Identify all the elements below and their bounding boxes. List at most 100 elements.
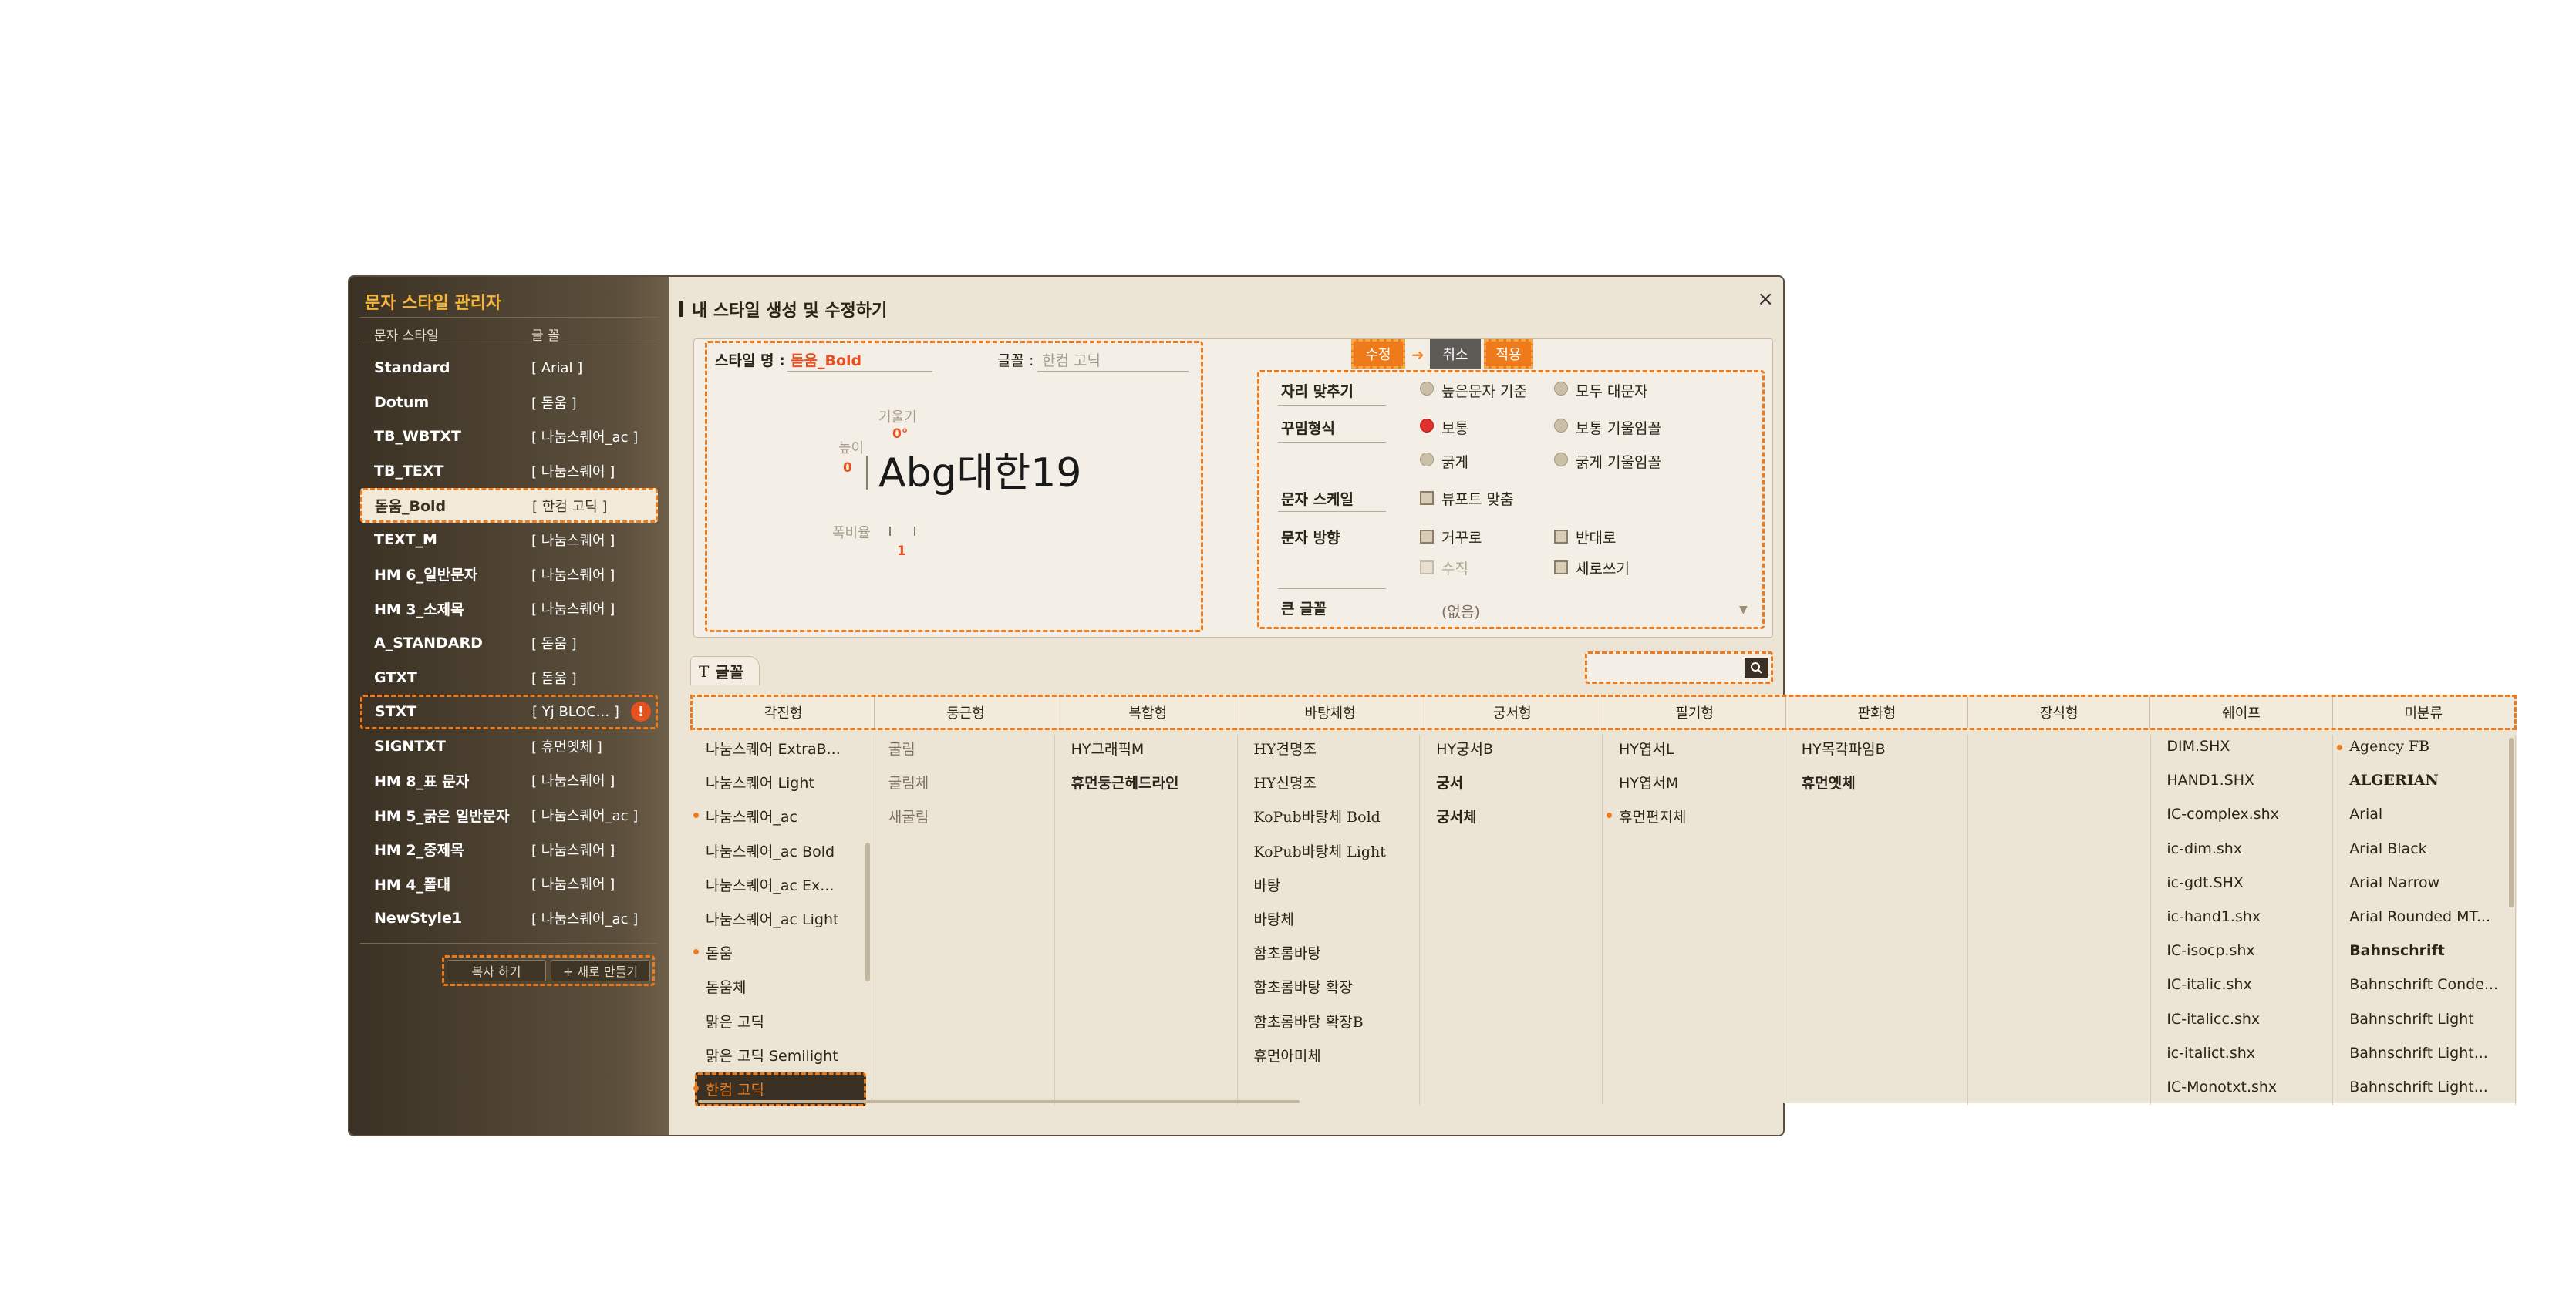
font-category-tab[interactable]: 각진형 <box>693 697 875 728</box>
edit-button[interactable]: 수정 <box>1351 339 1405 369</box>
style-list-item[interactable]: 돋움_Bold [ 한컴 고딕 ] <box>360 488 658 523</box>
font-item[interactable]: 돋움 <box>706 942 733 963</box>
font-item[interactable]: Bahnschrift Light <box>2349 1011 2474 1028</box>
slant-value[interactable]: 0° <box>892 426 908 442</box>
style-list-item[interactable]: NewStyle1 [ 나눔스퀘어_ac ] <box>349 901 669 936</box>
direction-checkbox-backwards[interactable] <box>1554 530 1568 544</box>
big-font-select[interactable]: (없음) <box>1441 601 1480 621</box>
font-item[interactable]: IC-complex.shx <box>2166 806 2278 823</box>
style-list-item[interactable]: A_STANDARD [ 돋움 ] <box>349 626 669 661</box>
font-item[interactable]: 한컴 고딕 <box>706 1079 764 1099</box>
font-category-tab[interactable]: 궁서형 <box>1421 697 1604 728</box>
font-item[interactable]: 굴림체 <box>888 772 929 793</box>
cancel-button[interactable]: 취소 <box>1430 339 1481 369</box>
font-item[interactable]: 휴먼편지체 <box>1619 806 1686 826</box>
font-item[interactable]: 나눔스퀘어 ExtraB... <box>706 738 841 759</box>
font-item[interactable]: Arial <box>2349 806 2382 823</box>
style-name-field[interactable]: 돋움_Bold <box>791 349 861 370</box>
font-item[interactable]: HY궁서B <box>1436 738 1493 759</box>
font-category-tab[interactable]: 필기형 <box>1603 697 1786 728</box>
font-item[interactable]: 맑은 고딕 Semilight <box>706 1045 838 1065</box>
font-item[interactable]: 궁서체 <box>1436 806 1476 826</box>
font-item[interactable]: 돋움체 <box>706 976 746 997</box>
font-item[interactable]: 휴먼둥근헤드라인 <box>1071 772 1179 793</box>
font-item[interactable]: IC-italicc.shx <box>2166 1011 2260 1028</box>
style-list-item[interactable]: TB_TEXT [ 나눔스퀘어 ] <box>349 454 669 489</box>
font-item[interactable]: Bahnschrift <box>2349 942 2445 959</box>
font-item[interactable]: Bahnschrift Light... <box>2349 1045 2488 1062</box>
search-icon[interactable] <box>1745 658 1768 678</box>
font-item[interactable]: ic-hand1.shx <box>2166 908 2261 925</box>
scrollbar[interactable] <box>865 843 870 981</box>
font-item[interactable]: HY견명조 <box>1253 738 1317 759</box>
font-item[interactable]: 나눔스퀘어_ac Bold <box>706 840 835 861</box>
font-category-tab[interactable]: 복합형 <box>1057 697 1239 728</box>
font-item[interactable]: KoPub바탕체 Bold <box>1253 806 1380 826</box>
style-list-item[interactable]: GTXT [ 돋움 ] <box>349 660 669 695</box>
decor-radio-bold-italic[interactable] <box>1554 453 1568 466</box>
style-list-item[interactable]: HM 4_폴대 [ 나눔스퀘어 ] <box>349 867 669 901</box>
align-radio-caps[interactable] <box>1554 382 1568 396</box>
font-category-tab[interactable]: 바탕체형 <box>1239 697 1422 728</box>
horizontal-scrollbar[interactable] <box>698 1100 1300 1103</box>
style-list-item[interactable]: HM 2_중제목 [ 나눔스퀘어 ] <box>349 832 669 867</box>
style-list-item[interactable]: HM 6_일반문자 [ 나눔스퀘어 ] <box>349 557 669 592</box>
font-item[interactable]: Bahnschrift Light... <box>2349 1079 2488 1096</box>
width-ratio-value[interactable]: 1 <box>897 544 906 559</box>
font-item[interactable]: Arial Rounded MT... <box>2349 908 2490 925</box>
style-list-item[interactable]: TEXT_M [ 나눔스퀘어 ] <box>349 523 669 557</box>
font-item[interactable]: HY신명조 <box>1253 772 1317 793</box>
font-field[interactable]: 한컴 고딕 <box>1042 349 1101 370</box>
font-item[interactable]: HY그래픽M <box>1071 738 1145 759</box>
decor-radio-italic[interactable] <box>1554 419 1568 433</box>
font-item[interactable]: 휴먼아미체 <box>1253 1045 1320 1065</box>
font-item[interactable]: HY목각파임B <box>1802 738 1886 759</box>
font-item[interactable]: 함초롬바탕 <box>1253 942 1320 963</box>
decor-radio-normal[interactable] <box>1420 419 1434 433</box>
font-item[interactable]: HAND1.SHX <box>2166 772 2254 789</box>
font-item[interactable]: HY엽서M <box>1619 772 1678 793</box>
font-item[interactable]: 바탕체 <box>1253 908 1293 929</box>
direction-checkbox-vertical[interactable] <box>1420 560 1434 574</box>
font-item[interactable]: 굴림 <box>888 738 915 759</box>
font-item[interactable]: ic-gdt.SHX <box>2166 874 2244 891</box>
font-item[interactable]: ic-italict.shx <box>2166 1045 2255 1062</box>
font-item[interactable]: KoPub바탕체 Light <box>1253 840 1386 861</box>
decor-radio-bold[interactable] <box>1420 453 1434 466</box>
style-list-item[interactable]: TB_WBTXT [ 나눔스퀘어_ac ] <box>349 419 669 454</box>
font-item[interactable]: 함초롬바탕 확장B <box>1253 1011 1363 1032</box>
align-radio-tall[interactable] <box>1420 382 1434 396</box>
close-icon[interactable]: × <box>1757 288 1774 311</box>
warning-icon[interactable]: ! <box>631 702 651 722</box>
apply-button[interactable]: 적용 <box>1484 339 1533 369</box>
font-item[interactable]: ic-dim.shx <box>2166 840 2242 857</box>
style-list-item[interactable]: HM 3_소제목 [ 나눔스퀘어 ] <box>349 591 669 626</box>
font-item[interactable]: IC-italic.shx <box>2166 976 2251 993</box>
font-item[interactable]: HY엽서L <box>1619 738 1674 759</box>
font-item[interactable]: IC-Monotxt.shx <box>2166 1079 2277 1096</box>
font-item[interactable]: DIM.SHX <box>2166 738 2230 755</box>
font-item[interactable]: 바탕 <box>1253 874 1280 895</box>
font-item[interactable]: 나눔스퀘어 Light <box>706 772 814 793</box>
font-item[interactable]: Arial Narrow <box>2349 874 2439 891</box>
font-item[interactable]: Agency FB <box>2349 738 2429 755</box>
style-list-item[interactable]: HM 5_굵은 일반문자 [ 나눔스퀘어_ac ] <box>349 798 669 833</box>
direction-checkbox-vertical-writing[interactable] <box>1554 560 1568 574</box>
scale-checkbox-viewport[interactable] <box>1420 491 1434 505</box>
font-item[interactable]: ALGERIAN <box>2349 772 2439 789</box>
font-category-tab[interactable]: 쉐이프 <box>2150 697 2333 728</box>
scrollbar[interactable] <box>2509 738 2514 907</box>
font-item[interactable]: 새굴림 <box>888 806 929 826</box>
style-list-item[interactable]: STXT [ Yj BLOC... ]! <box>360 694 658 729</box>
height-value[interactable]: 0 <box>843 460 852 476</box>
font-item[interactable]: 나눔스퀘어_ac Light <box>706 908 838 929</box>
tab-font[interactable]: T 글꼴 <box>690 656 760 685</box>
style-list-item[interactable]: Standard [ Arial ] <box>349 351 669 385</box>
style-list-item[interactable]: SIGNTXT [ 휴먼옛체 ] <box>349 729 669 764</box>
style-list-item[interactable]: Dotum [ 돋움 ] <box>349 385 669 420</box>
font-item[interactable]: 함초롬바탕 확장 <box>1253 976 1352 997</box>
chevron-down-icon[interactable]: ▼ <box>1739 604 1748 616</box>
font-item[interactable]: 나눔스퀘어_ac <box>706 806 797 826</box>
direction-checkbox-upsidedown[interactable] <box>1420 530 1434 544</box>
font-category-tab[interactable]: 미분류 <box>2333 697 2514 728</box>
